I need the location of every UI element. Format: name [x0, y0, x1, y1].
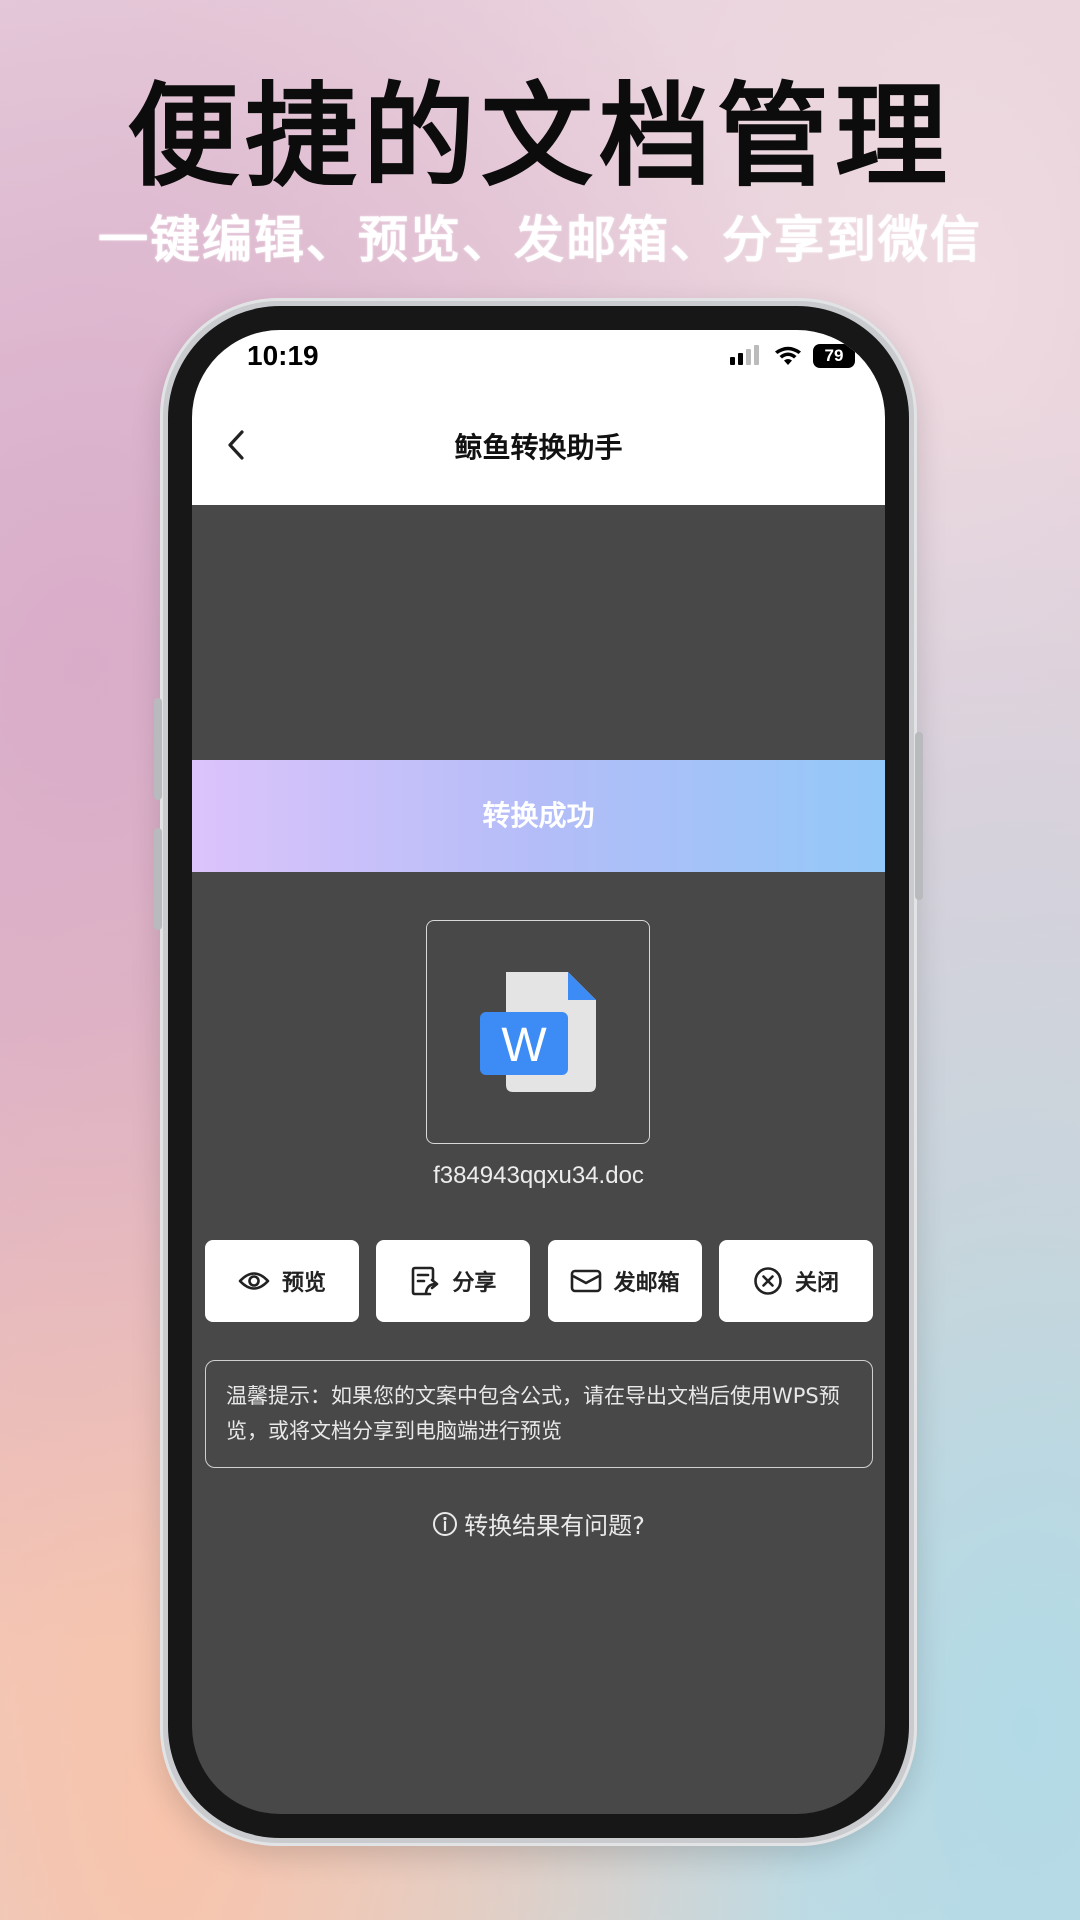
help-link-label: 转换结果有问题? — [464, 1512, 645, 1540]
share-document-icon — [412, 1266, 439, 1296]
preview-button[interactable]: 预览 — [205, 1240, 359, 1322]
close-circle-icon — [754, 1267, 782, 1295]
email-button[interactable]: 发邮箱 — [547, 1240, 702, 1322]
email-button-label: 发邮箱 — [613, 1271, 680, 1296]
svg-text:W: W — [501, 1019, 547, 1072]
word-document-icon: W — [479, 971, 596, 1092]
nav-bar: 鲸鱼转换助手 — [192, 390, 885, 505]
promo-headline: 便捷的文档管理 — [127, 72, 953, 202]
phone-volume-down-button — [154, 828, 162, 930]
action-bar: 预览 分享 发邮箱 关闭 — [205, 1240, 873, 1322]
phone-screen: 10:19 79 鲸鱼转换助手 转换成功 W f384943qqxu34.doc… — [192, 330, 885, 1814]
phone-power-button — [915, 732, 923, 900]
eye-icon — [238, 1272, 270, 1290]
share-button-label: 分享 — [452, 1271, 497, 1296]
file-preview-card[interactable]: W — [426, 920, 650, 1144]
signal-icon — [730, 345, 759, 365]
tip-box: 温馨提示：如果您的文案中包含公式，请在导出文档后使用WPS预览，或将文档分享到电… — [205, 1360, 873, 1468]
help-link[interactable]: 转换结果有问题? — [192, 1506, 885, 1541]
phone-volume-up-button — [154, 698, 162, 800]
mail-icon — [570, 1269, 601, 1293]
status-bar: 10:19 79 — [192, 330, 885, 390]
file-name: f384943qqxu34.doc — [433, 1162, 644, 1189]
wifi-icon — [775, 346, 801, 365]
preview-button-label: 预览 — [281, 1271, 326, 1296]
close-button-label: 关闭 — [794, 1271, 839, 1296]
close-button[interactable]: 关闭 — [718, 1240, 873, 1322]
info-icon — [433, 1511, 458, 1536]
page-title: 鲸鱼转换助手 — [454, 431, 623, 464]
status-time: 10:19 — [247, 340, 319, 371]
promo-subline: 一键编辑、预览、发邮箱、分享到微信 — [98, 211, 982, 269]
battery-icon: 79 — [813, 344, 855, 368]
success-banner: 转换成功 — [192, 760, 885, 872]
share-button[interactable]: 分享 — [376, 1240, 531, 1322]
tip-text: 温馨提示：如果您的文案中包含公式，请在导出文档后使用WPS预览，或将文档分享到电… — [226, 1384, 840, 1443]
